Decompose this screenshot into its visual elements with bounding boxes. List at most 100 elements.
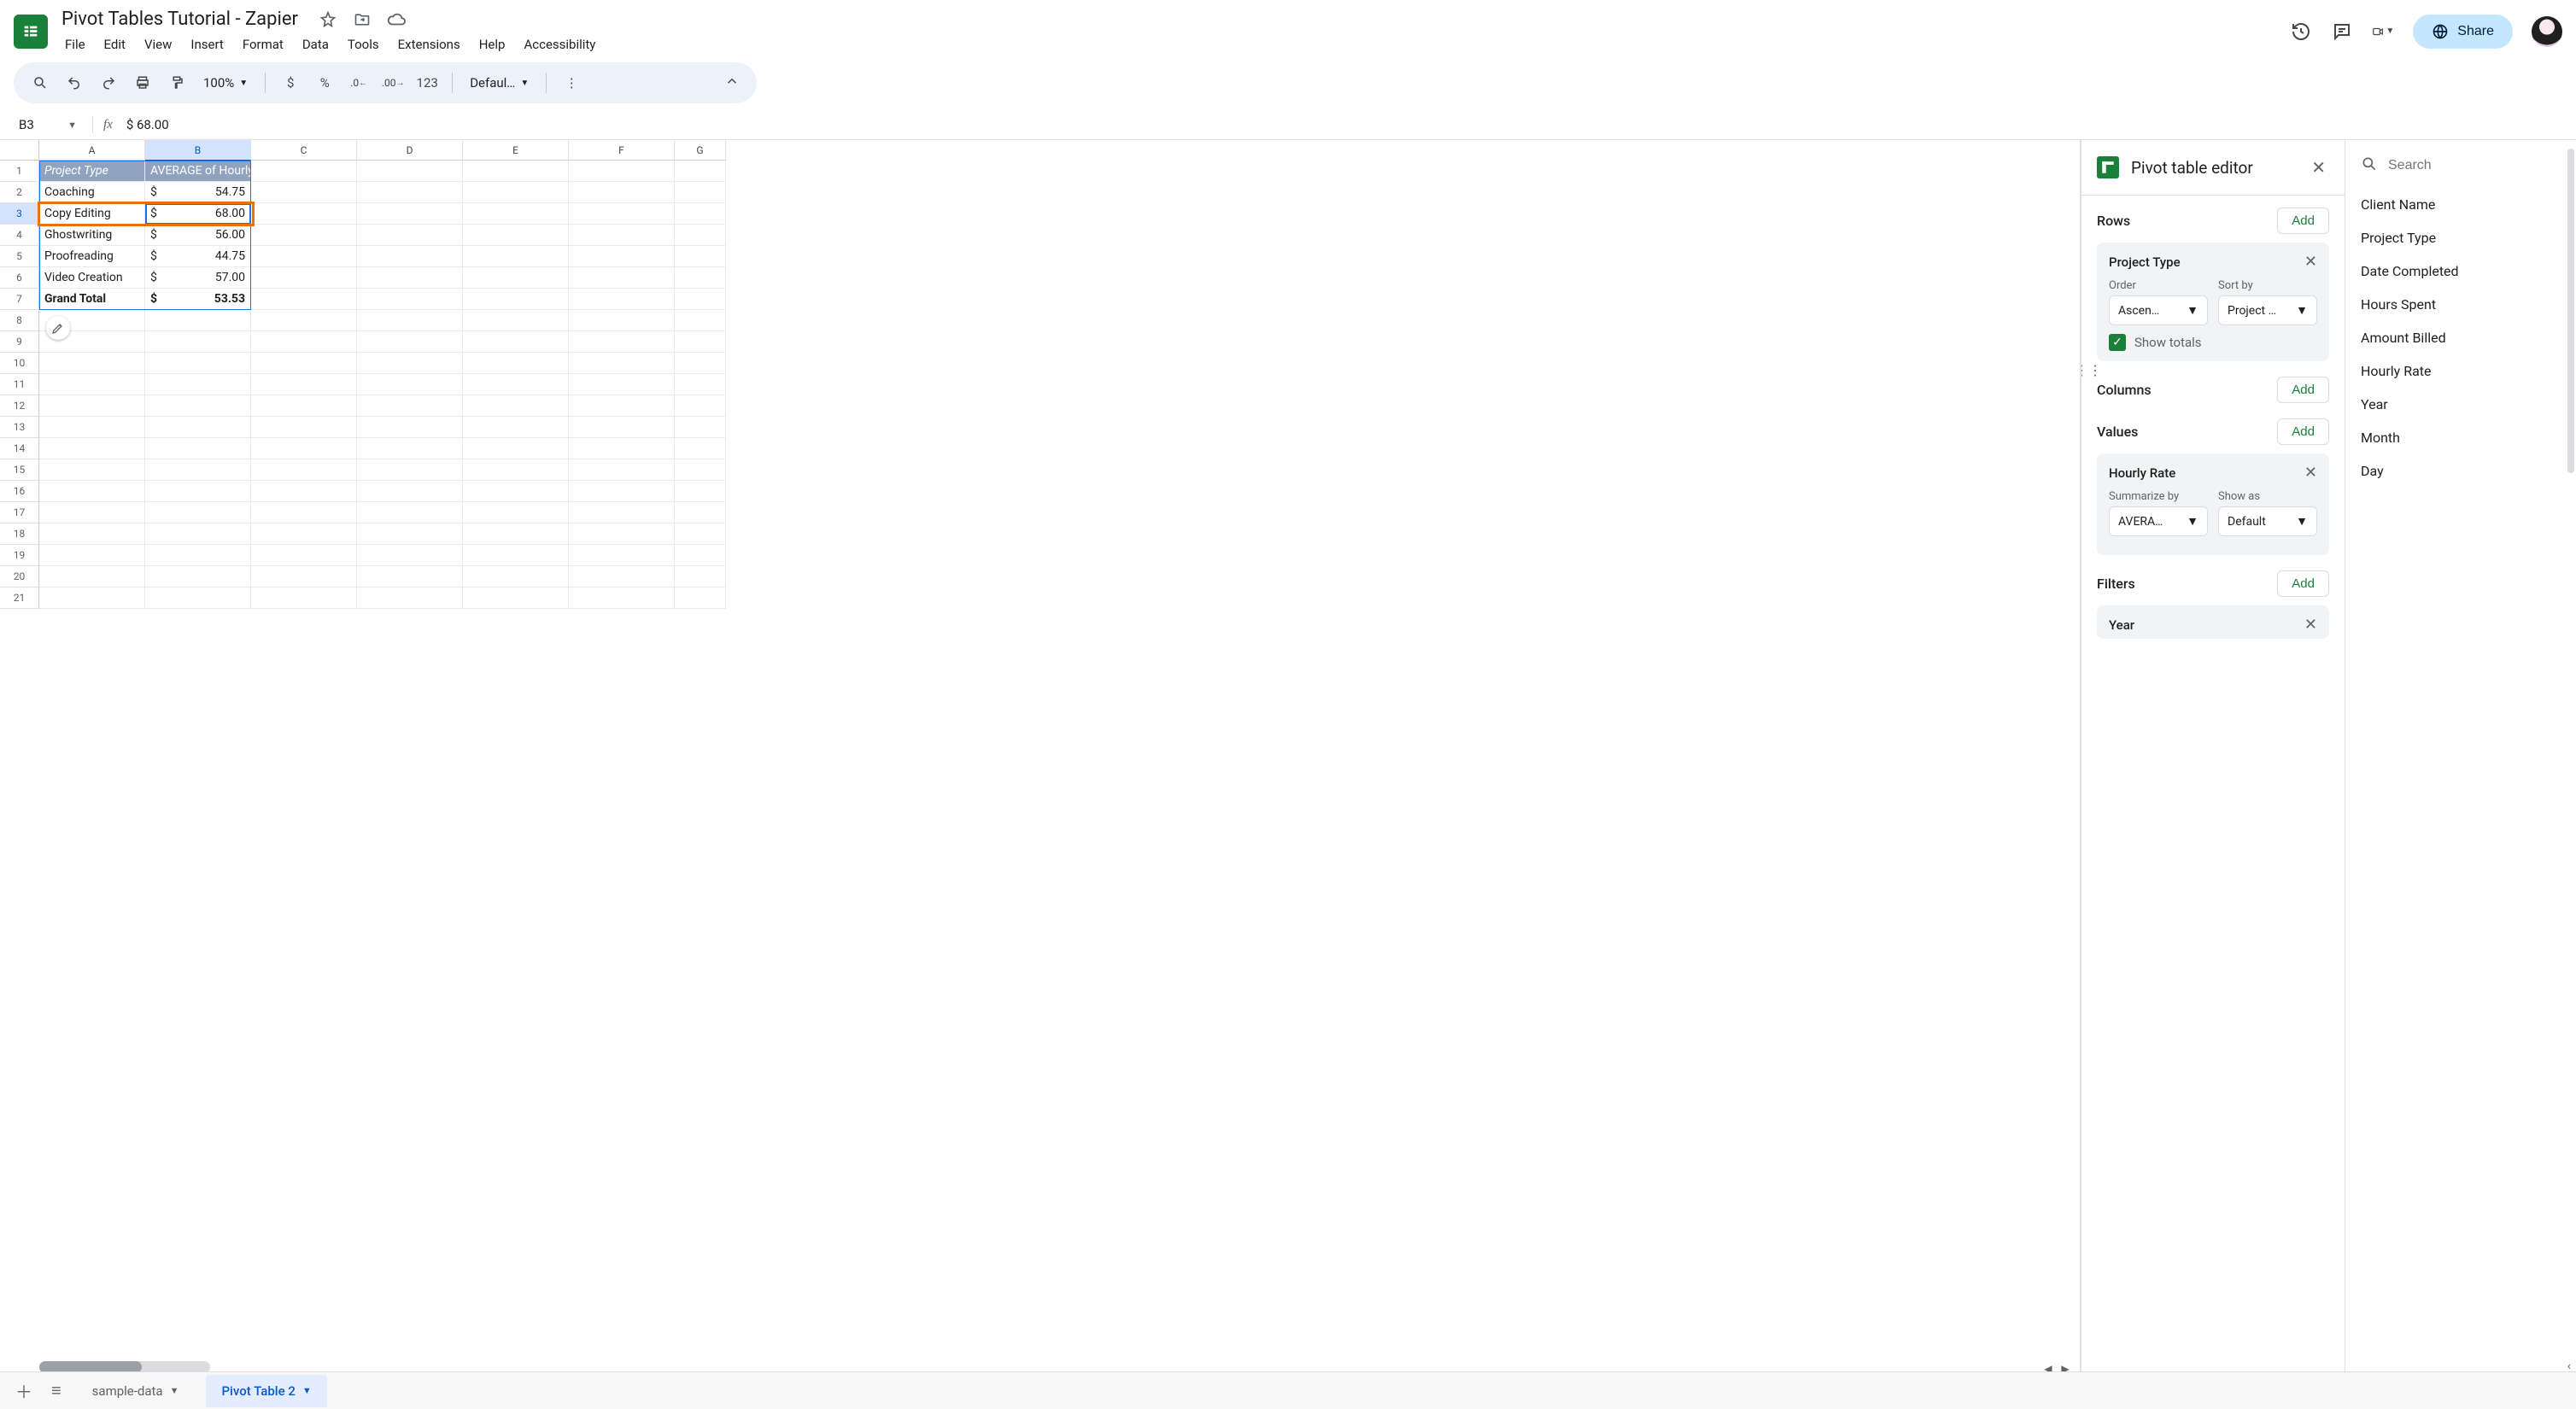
- cell[interactable]: [145, 331, 251, 353]
- decrease-decimal-icon[interactable]: .0←: [344, 68, 373, 97]
- cell[interactable]: [675, 182, 726, 203]
- cell[interactable]: [357, 203, 463, 225]
- row-header-20[interactable]: 20: [0, 566, 39, 588]
- cloud-status-icon[interactable]: [387, 10, 406, 29]
- cell[interactable]: [569, 203, 675, 225]
- col-header-e[interactable]: E: [463, 140, 569, 161]
- cell[interactable]: [357, 331, 463, 353]
- close-pivot-editor-icon[interactable]: ✕: [2308, 154, 2329, 181]
- cell[interactable]: [569, 246, 675, 267]
- cell[interactable]: [251, 182, 357, 203]
- row-header-19[interactable]: 19: [0, 545, 39, 566]
- menu-accessibility[interactable]: Accessibility: [515, 33, 604, 56]
- cell-a5[interactable]: Proofreading: [39, 246, 145, 267]
- cell-b3[interactable]: $68.00: [145, 203, 251, 225]
- remove-values-card-icon[interactable]: ✕: [2304, 464, 2317, 482]
- menu-help[interactable]: Help: [471, 33, 514, 56]
- summarize-select[interactable]: AVERA…▼: [2109, 506, 2208, 536]
- cell[interactable]: [569, 267, 675, 289]
- cell[interactable]: [39, 353, 145, 374]
- row-header-3[interactable]: 3: [0, 203, 39, 225]
- cell-b7[interactable]: $53.53: [145, 289, 251, 310]
- cell[interactable]: [357, 225, 463, 246]
- field-date-completed[interactable]: Date Completed: [2345, 254, 2576, 288]
- move-folder-icon[interactable]: [353, 10, 372, 29]
- add-filters-button[interactable]: Add: [2277, 570, 2329, 597]
- cell[interactable]: [463, 353, 569, 374]
- cell[interactable]: [463, 182, 569, 203]
- cell[interactable]: [251, 203, 357, 225]
- field-search-input[interactable]: [2388, 158, 2565, 173]
- currency-icon[interactable]: $: [276, 68, 305, 97]
- cell[interactable]: [357, 289, 463, 310]
- cell-b6[interactable]: $57.00: [145, 267, 251, 289]
- remove-rows-card-icon[interactable]: ✕: [2304, 253, 2317, 271]
- cell[interactable]: [569, 395, 675, 417]
- paint-format-icon[interactable]: [162, 68, 191, 97]
- col-header-a[interactable]: A: [39, 140, 145, 161]
- cell[interactable]: [251, 246, 357, 267]
- menu-edit[interactable]: Edit: [96, 33, 134, 56]
- cell[interactable]: [251, 310, 357, 331]
- menu-insert[interactable]: Insert: [182, 33, 231, 56]
- cell[interactable]: [357, 395, 463, 417]
- sheets-logo[interactable]: [14, 15, 48, 49]
- cell[interactable]: [357, 459, 463, 481]
- cell[interactable]: [463, 310, 569, 331]
- cell[interactable]: [463, 545, 569, 566]
- cell[interactable]: [39, 481, 145, 502]
- cell[interactable]: [357, 246, 463, 267]
- cell[interactable]: [675, 545, 726, 566]
- cell[interactable]: [145, 395, 251, 417]
- cell[interactable]: [463, 374, 569, 395]
- field-month[interactable]: Month: [2345, 421, 2576, 454]
- cell[interactable]: [145, 502, 251, 523]
- add-sheet-icon[interactable]: ＋: [12, 1375, 36, 1406]
- row-header-13[interactable]: 13: [0, 417, 39, 438]
- field-list-scrollbar[interactable]: [2567, 149, 2574, 524]
- history-icon[interactable]: [2290, 20, 2312, 43]
- cell[interactable]: [145, 353, 251, 374]
- cell[interactable]: [39, 545, 145, 566]
- cell[interactable]: [675, 331, 726, 353]
- cell[interactable]: [675, 438, 726, 459]
- cell[interactable]: [145, 588, 251, 609]
- cell-a7[interactable]: Grand Total: [39, 289, 145, 310]
- cell[interactable]: [463, 417, 569, 438]
- cell[interactable]: [357, 417, 463, 438]
- cell[interactable]: [357, 161, 463, 182]
- print-icon[interactable]: [128, 68, 157, 97]
- sheet-tab-pivot-table-2[interactable]: Pivot Table 2▼: [206, 1375, 326, 1407]
- cell[interactable]: [251, 225, 357, 246]
- sortby-select[interactable]: Project …▼: [2218, 295, 2317, 325]
- cell[interactable]: [675, 161, 726, 182]
- row-header-2[interactable]: 2: [0, 182, 39, 203]
- showas-select[interactable]: Default▼: [2218, 506, 2317, 536]
- cell[interactable]: [463, 523, 569, 545]
- cell[interactable]: [675, 395, 726, 417]
- row-header-11[interactable]: 11: [0, 374, 39, 395]
- menu-format[interactable]: Format: [234, 33, 292, 56]
- cell[interactable]: [357, 353, 463, 374]
- field-hourly-rate[interactable]: Hourly Rate: [2345, 354, 2576, 388]
- cell[interactable]: [357, 374, 463, 395]
- undo-icon[interactable]: [60, 68, 89, 97]
- cell[interactable]: [39, 438, 145, 459]
- cell[interactable]: [463, 289, 569, 310]
- cell[interactable]: [569, 481, 675, 502]
- cell[interactable]: [569, 289, 675, 310]
- cell-b4[interactable]: $56.00: [145, 225, 251, 246]
- field-hours-spent[interactable]: Hours Spent: [2345, 288, 2576, 321]
- cell[interactable]: [357, 481, 463, 502]
- meet-icon[interactable]: ▼: [2372, 20, 2394, 43]
- cell[interactable]: [463, 502, 569, 523]
- cell[interactable]: [675, 459, 726, 481]
- redo-icon[interactable]: [94, 68, 123, 97]
- cell[interactable]: [357, 588, 463, 609]
- share-button[interactable]: Share: [2413, 15, 2513, 49]
- cell[interactable]: [569, 310, 675, 331]
- cell[interactable]: [251, 481, 357, 502]
- cell[interactable]: [569, 331, 675, 353]
- cell[interactable]: [675, 289, 726, 310]
- cell-a3[interactable]: Copy Editing: [39, 203, 145, 225]
